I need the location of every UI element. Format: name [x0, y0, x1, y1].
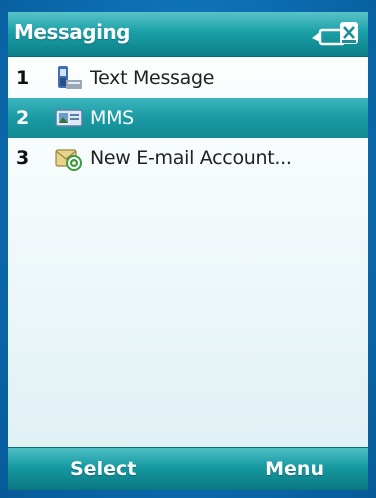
- select-softkey[interactable]: Select: [70, 458, 136, 480]
- list-item-text-message[interactable]: 1 Text Message: [8, 58, 368, 98]
- item-number: 3: [16, 147, 30, 169]
- list-item-mms[interactable]: 2 MMS: [8, 98, 368, 138]
- item-number: 2: [16, 107, 30, 129]
- menu-softkey[interactable]: Menu: [265, 458, 324, 480]
- phone-screen: Messaging 1 Text Message 2 MMS 3 New E-m…: [8, 12, 368, 490]
- title-bar: Messaging: [8, 12, 368, 57]
- item-label: MMS: [90, 107, 134, 129]
- connectivity-icon: [312, 22, 358, 46]
- mms-icon: [55, 109, 83, 127]
- email-account-icon: [55, 149, 82, 171]
- item-number: 1: [16, 67, 30, 89]
- device-frame: Messaging 1 Text Message 2 MMS 3 New E-m…: [0, 0, 376, 498]
- item-label: Text Message: [90, 67, 215, 89]
- softkey-bar: Select Menu: [8, 447, 368, 490]
- text-message-icon: [58, 66, 82, 89]
- page-title: Messaging: [14, 20, 131, 44]
- list-item-new-email-account[interactable]: 3 New E-mail Account...: [8, 138, 368, 178]
- item-label: New E-mail Account...: [90, 147, 292, 169]
- messaging-list: 1 Text Message 2 MMS 3 New E-mail Accoun…: [8, 58, 368, 178]
